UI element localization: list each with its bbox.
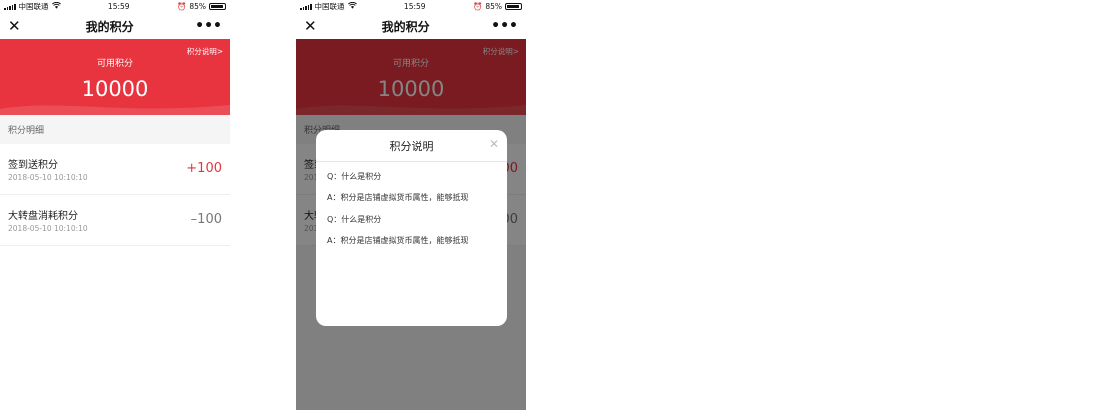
signal-icon — [4, 3, 16, 10]
banner-wave — [0, 105, 230, 115]
modal-close-icon[interactable]: ✕ — [489, 137, 499, 151]
points-explain-modal: 积分说明 ✕ Q：什么是积分 A：积分是店铺虚拟货币属性，能够抵现 Q：什么是积… — [316, 130, 507, 326]
points-detail-header: 积分明细 — [0, 115, 230, 144]
alarm-icon: ⏰ — [176, 2, 187, 11]
faq-question: Q：什么是积分 — [327, 214, 382, 224]
record-name: 签到送积分 — [8, 160, 58, 171]
battery-icon — [208, 3, 226, 10]
record-amount: +100 — [186, 161, 222, 176]
points-record-row: 签到送积分 2018-05-10 10:10:10 +100 — [0, 144, 230, 195]
close-icon[interactable]: ✕ — [304, 18, 320, 34]
faq-question: Q：什么是积分 — [327, 172, 382, 181]
status-bar: 中国联通 15:59 ⏰ 85% — [296, 0, 526, 13]
battery-percent: 85% — [189, 2, 206, 11]
available-points-label: 可用积分 — [96, 59, 133, 69]
status-bar: 中国联通 15:59 ⏰ 85% — [0, 0, 230, 13]
clock-time: 15:59 — [403, 2, 426, 11]
record-time: 2018-05-10 10:10:10 — [8, 173, 88, 182]
modal-body: Q：什么是积分 A：积分是店铺虚拟货币属性，能够抵现 Q：什么是积分 A：积分是… — [316, 162, 507, 268]
navbar: ✕ 我的积分 ••• — [296, 13, 526, 39]
points-screen: 中国联通 15:59 ⏰ 85% ✕ 我的积分 ••• 积分说明> 可用积分 1… — [0, 0, 230, 410]
navbar: ✕ 我的积分 ••• — [0, 13, 230, 39]
alarm-icon: ⏰ — [472, 2, 483, 11]
modal-title: 积分说明 — [389, 139, 434, 153]
signal-icon — [300, 3, 312, 10]
close-icon[interactable]: ✕ — [8, 18, 24, 34]
page-title: 我的积分 — [85, 19, 134, 34]
record-amount: –100 — [190, 212, 222, 227]
wifi-icon — [51, 1, 61, 11]
battery-icon — [504, 3, 522, 10]
points-record-row: 大转盘消耗积分 2018-05-10 10:10:10 –100 — [0, 195, 230, 246]
record-name: 大转盘消耗积分 — [8, 211, 78, 222]
faq-answer: A：积分是店铺虚拟货币属性，能够抵现 — [327, 193, 469, 203]
carrier-label: 中国联通 — [314, 2, 345, 11]
clock-time: 15:59 — [107, 2, 130, 11]
page-title: 我的积分 — [381, 19, 430, 34]
record-time: 2018-05-10 10:10:10 — [8, 224, 88, 233]
modal-header: 积分说明 ✕ — [316, 130, 507, 162]
wifi-icon — [347, 1, 357, 11]
more-icon[interactable]: ••• — [195, 19, 222, 33]
points-banner: 积分说明> 可用积分 10000 — [0, 39, 230, 115]
carrier-label: 中国联通 — [18, 2, 49, 11]
faq-answer: A：积分是店铺虚拟货币属性，能够抵现 — [327, 236, 469, 246]
more-icon[interactable]: ••• — [491, 19, 518, 33]
battery-percent: 85% — [485, 2, 502, 11]
points-screen-with-modal: 中国联通 15:59 ⏰ 85% ✕ 我的积分 ••• 积分说明> 可用积分 1… — [296, 0, 526, 410]
